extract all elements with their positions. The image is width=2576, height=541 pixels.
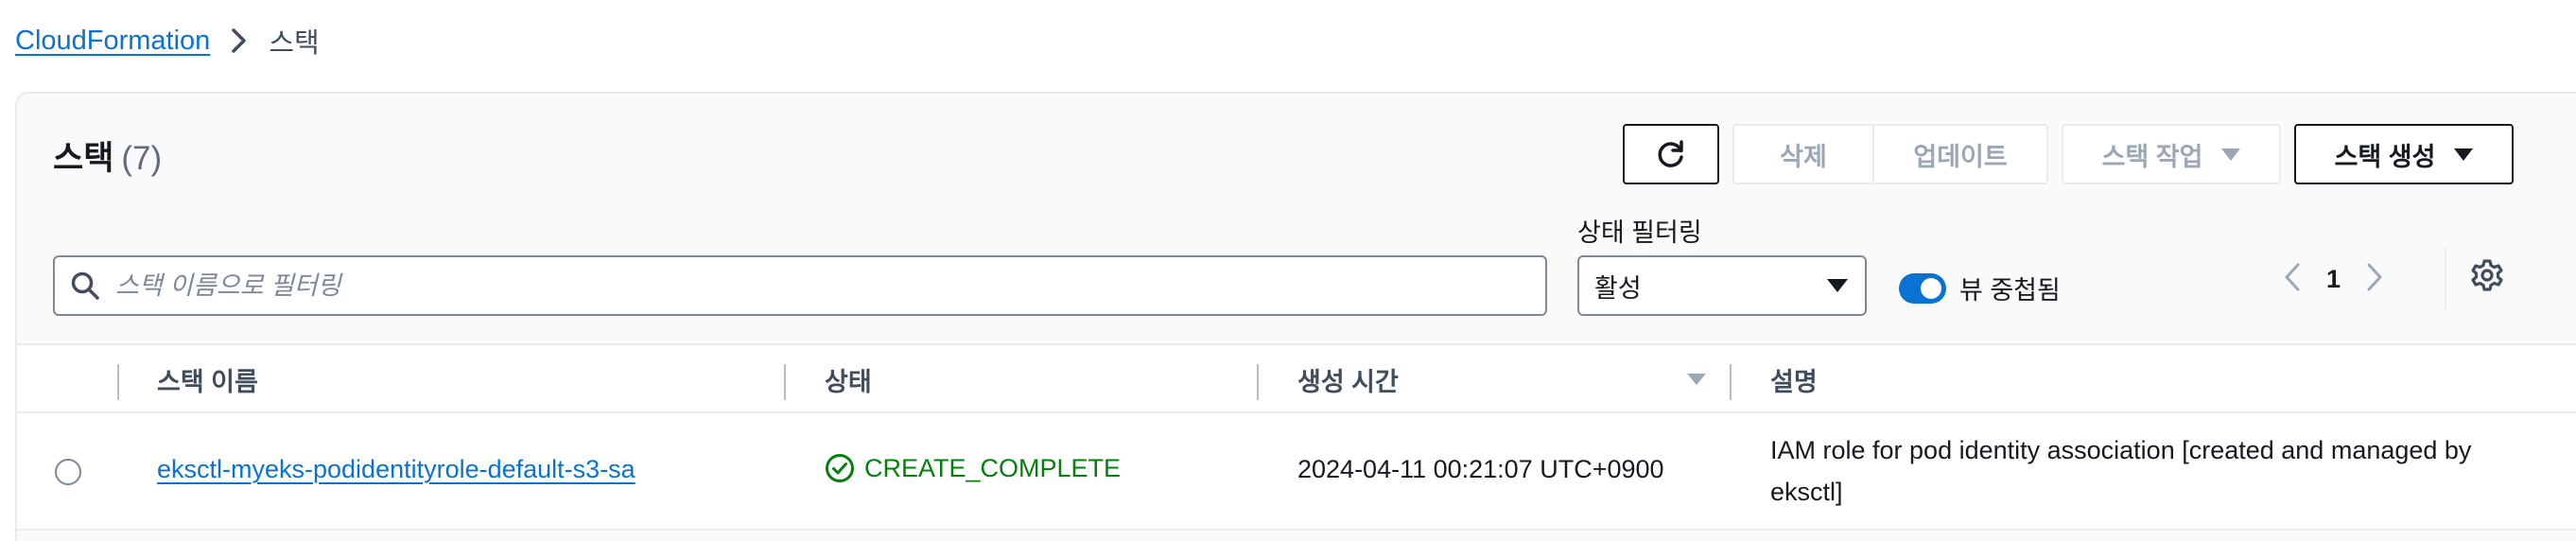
stack-status: CREATE_COMPLETE [825,453,1121,483]
stack-actions-label: 스택 작업 [2101,142,2203,171]
caret-down-icon [2454,148,2474,161]
breadcrumb: CloudFormation 스택 [15,21,320,61]
status-filter-select[interactable]: 활성 [1577,255,1867,316]
status-filter-value: 활성 [1594,273,1642,303]
column-separator[interactable] [1730,364,1732,400]
stack-status-text: CREATE_COMPLETE [864,453,1122,482]
refresh-button[interactable] [1623,124,1719,184]
table-header: 스택 이름 상태 생성 시간 설명 [17,343,2576,413]
caret-down-icon [2221,148,2241,161]
breadcrumb-current: 스택 [269,28,320,59]
nested-view-label: 뷰 중첩됨 [1959,276,2061,305]
delete-button[interactable]: 삭제 [1732,124,1874,184]
stacks-panel: 스택(7) 삭제 업데이트 스택 작업 스택 생성 상태 필터링 활성 뷰 중첩… [15,92,2576,541]
search-input[interactable] [115,270,1439,301]
nested-view-toggle-group: 뷰 중첩됨 [1899,270,2061,306]
update-button[interactable]: 업데이트 [1872,124,2048,184]
stack-search-field[interactable] [53,255,1547,316]
stack-description: IAM role for pod identity association [c… [1770,436,2472,506]
chevron-right-icon [2367,263,2382,290]
stack-created-time: 2024-04-11 00:21:07 UTC+0900 [1297,455,1664,483]
chevron-left-icon [2285,263,2300,290]
column-header-description[interactable]: 설명 [1770,345,1818,413]
next-page-button[interactable] [2365,262,2384,297]
previous-page-button[interactable] [2283,262,2302,297]
column-header-status[interactable]: 상태 [825,345,872,413]
column-separator[interactable] [784,364,786,400]
create-stack-label: 스택 생성 [2334,142,2436,171]
pagination-divider [2445,248,2446,310]
current-page-number[interactable]: 1 [2326,265,2341,294]
gear-icon [2471,259,2503,291]
caret-down-icon [1827,279,1848,292]
chevron-right-icon [231,27,248,54]
page-title: 스택 (7) [53,131,162,180]
preferences-button[interactable] [2470,258,2504,297]
column-separator[interactable] [1257,364,1259,400]
page-title-text: 스택 [53,140,114,177]
create-stack-dropdown[interactable]: 스택 생성 [2294,124,2514,184]
table-row: eksctl-myeks-podidentityrole-default-s3-… [17,413,2576,531]
column-header-stack-name[interactable]: 스택 이름 [157,345,258,413]
stack-actions-dropdown[interactable]: 스택 작업 [2062,124,2281,184]
nested-view-toggle[interactable] [1899,272,1946,304]
pagination: 1 [2283,253,2384,305]
status-success-icon [826,454,854,482]
row-select-radio[interactable] [55,459,81,485]
search-icon [71,271,99,300]
column-header-created-time[interactable]: 생성 시간 [1297,345,1399,413]
status-filter-label: 상태 필터링 [1577,218,1702,247]
breadcrumb-cloudformation-link[interactable]: CloudFormation [15,26,210,57]
stack-count: (7) [121,140,163,177]
column-separator [117,364,119,400]
stack-name-link[interactable]: eksctl-myeks-podidentityrole-default-s3-… [157,455,635,484]
sort-descending-icon[interactable] [1685,372,1708,392]
refresh-icon [1658,140,1683,167]
